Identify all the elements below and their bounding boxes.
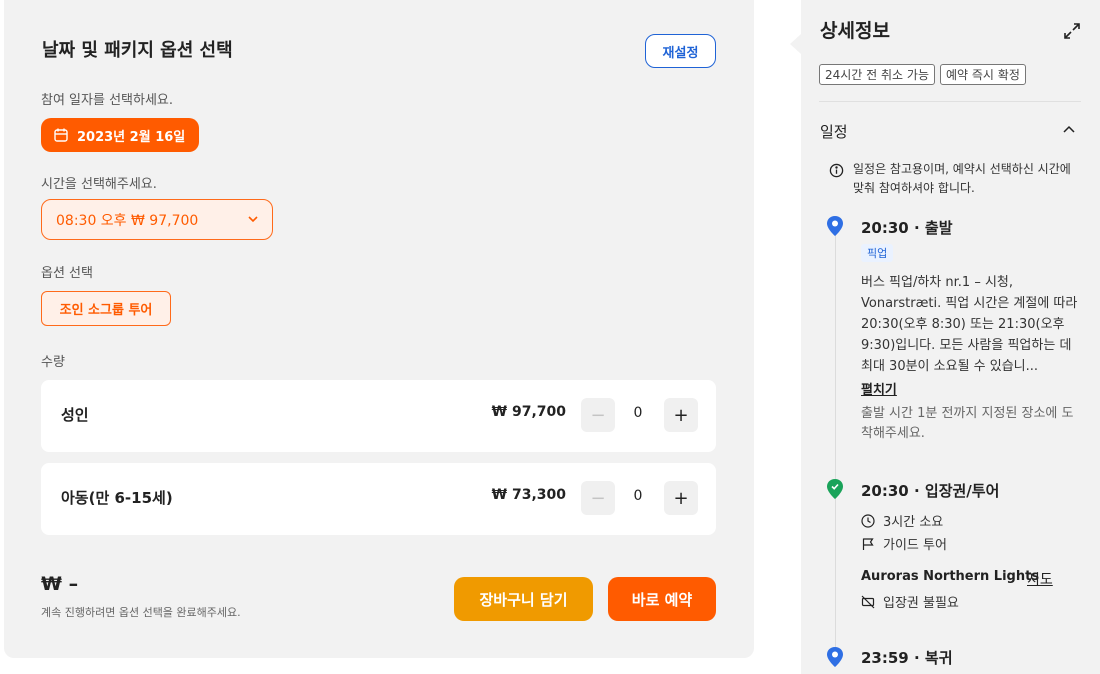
map-link[interactable]: 지도 bbox=[1027, 569, 1053, 589]
total-price: ₩ – bbox=[41, 573, 79, 595]
schedule-notice: 일정은 참고용이며, 예약시 선택하신 시간에 맞춰 참여하셔야 합니다. bbox=[829, 160, 1079, 198]
ticket-pin-icon bbox=[827, 479, 843, 499]
expand-icon[interactable] bbox=[1063, 22, 1081, 40]
expand-link[interactable]: 펼치기 bbox=[861, 379, 897, 398]
ticket-price: ₩ 73,300 bbox=[491, 487, 566, 503]
option-prompt: 옵션 선택 bbox=[41, 266, 93, 281]
tag-cancellation: 24시간 전 취소 가능 bbox=[819, 64, 935, 85]
pickup-badge: 픽업 bbox=[861, 244, 894, 262]
schedule-title: 일정 bbox=[820, 123, 848, 141]
step-title: 20:30 · 입장권/투어 bbox=[861, 482, 1000, 500]
chevron-down-icon bbox=[248, 216, 258, 223]
step-description: 버스 픽업/하차 nr.1 – 시청, Vonarstræti. 픽업 시간은 … bbox=[861, 275, 1078, 374]
ticket-name: 성인 bbox=[61, 406, 89, 424]
time-prompt: 시간을 선택해주세요. bbox=[41, 177, 157, 192]
tag-instant-confirm: 예약 즉시 확정 bbox=[940, 64, 1026, 85]
decrement-button[interactable]: − bbox=[581, 481, 615, 515]
chevron-up-icon[interactable] bbox=[1061, 121, 1077, 137]
notice-text: 일정은 참고용이며, 예약시 선택하신 시간에 맞춰 참여하셔야 합니다. bbox=[853, 162, 1071, 195]
location-pin-icon bbox=[827, 647, 843, 667]
decrement-button[interactable]: − bbox=[581, 398, 615, 432]
tour-type-text: 가이드 투어 bbox=[883, 538, 947, 553]
ticket-name: 아동(만 6-15세) bbox=[61, 489, 173, 507]
location-pin-icon bbox=[827, 216, 843, 236]
details-title: 상세정보 bbox=[820, 20, 890, 42]
increment-button[interactable]: + bbox=[664, 398, 698, 432]
duration-text: 3시간 소요 bbox=[883, 515, 944, 530]
time-value: 08:30 오후 ₩ 97,700 bbox=[56, 212, 199, 229]
total-note: 계속 진행하려면 옵션 선택을 완료해주세요. bbox=[41, 606, 241, 619]
calendar-icon bbox=[54, 128, 68, 142]
page: 날짜 및 패키지 옵션 선택 재설정 참여 일자를 선택하세요. 2023년 2… bbox=[0, 0, 1100, 674]
quantity-label: 수량 bbox=[41, 355, 65, 370]
date-chip[interactable]: 2023년 2월 16일 bbox=[41, 118, 200, 152]
quantity-row-child: 아동(만 6-15세) ₩ 73,300 − 0 + bbox=[41, 463, 716, 535]
increment-button[interactable]: + bbox=[664, 481, 698, 515]
no-ticket-icon bbox=[861, 595, 875, 608]
quantity-row-adult: 성인 ₩ 97,700 − 0 + bbox=[41, 380, 716, 452]
ticket-row: 입장권 불필요 bbox=[861, 592, 959, 611]
add-to-cart-button[interactable]: 장바구니 담기 bbox=[454, 577, 593, 621]
step-title: 23:59 · 복귀 bbox=[861, 649, 953, 667]
book-now-button[interactable]: 바로 예약 bbox=[608, 577, 716, 621]
tag-list: 24시간 전 취소 가능 예약 즉시 확정 bbox=[819, 64, 1026, 85]
date-prompt: 참여 일자를 선택하세요. bbox=[41, 93, 173, 108]
divider bbox=[819, 101, 1081, 102]
clock-icon bbox=[861, 513, 875, 528]
details-panel: 상세정보 24시간 전 취소 가능 예약 즉시 확정 일정 일정은 참고용이며,… bbox=[801, 0, 1100, 674]
duration-row: 3시간 소요 bbox=[861, 511, 943, 530]
option-chip[interactable]: 조인 소그룹 투어 bbox=[41, 291, 171, 326]
ticket-text: 입장권 불필요 bbox=[883, 596, 959, 611]
quantity-value: 0 bbox=[633, 488, 643, 504]
arrival-note: 출발 시간 1분 전까지 지정된 장소에 도착해주세요. bbox=[861, 406, 1074, 441]
step-title: 20:30 · 출발 bbox=[861, 219, 953, 237]
timeline-line bbox=[835, 232, 836, 662]
booking-panel: 날짜 및 패키지 옵션 선택 재설정 참여 일자를 선택하세요. 2023년 2… bbox=[4, 0, 754, 658]
date-value: 2023년 2월 16일 bbox=[77, 129, 186, 145]
time-select[interactable]: 08:30 오후 ₩ 97,700 bbox=[41, 199, 273, 240]
info-icon bbox=[829, 163, 844, 178]
booking-title: 날짜 및 패키지 옵션 선택 bbox=[42, 40, 233, 61]
ticket-price: ₩ 97,700 bbox=[491, 404, 566, 420]
reset-button[interactable]: 재설정 bbox=[645, 34, 716, 68]
panel-pointer bbox=[790, 34, 801, 54]
tour-type-row: 가이드 투어 bbox=[861, 534, 947, 553]
flag-icon bbox=[862, 537, 874, 550]
place-name: Auroras Northern Lights bbox=[861, 569, 1040, 584]
quantity-value: 0 bbox=[633, 405, 643, 421]
